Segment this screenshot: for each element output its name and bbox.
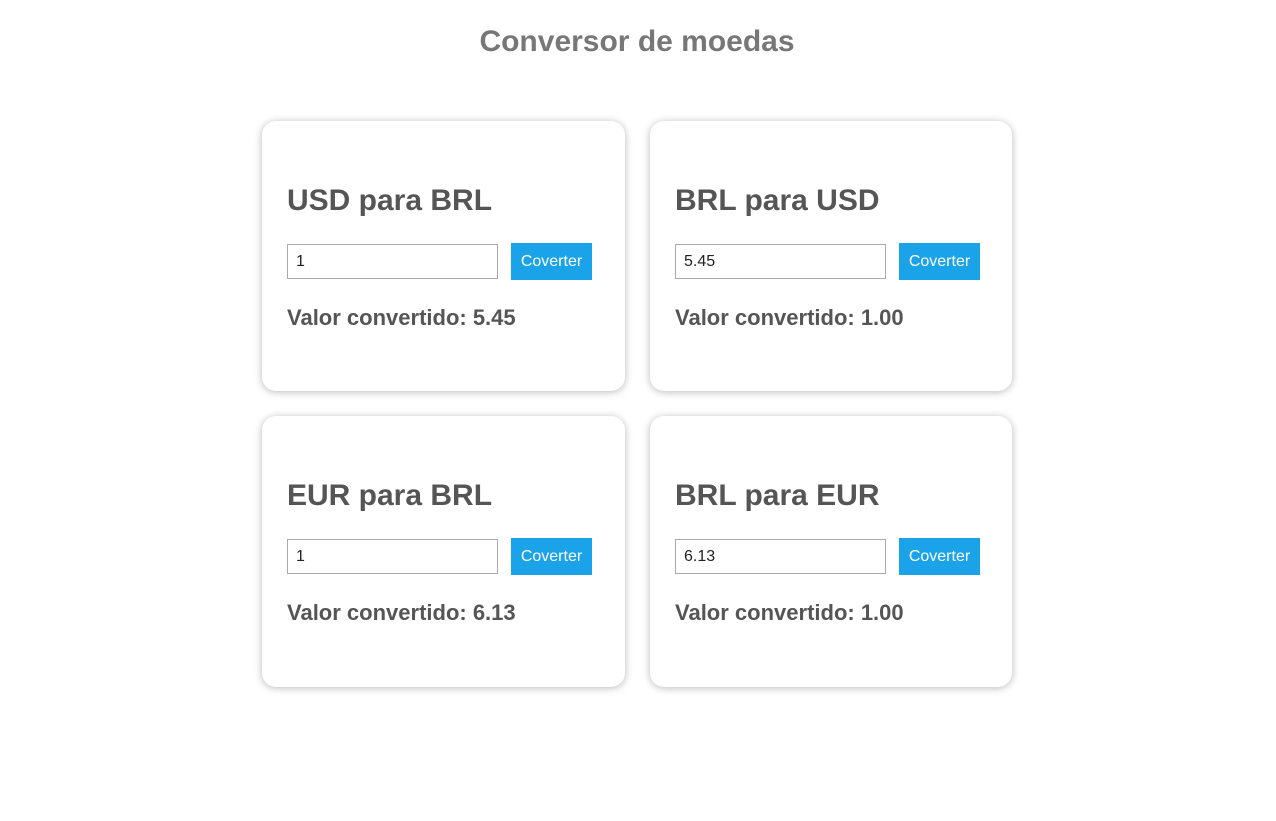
converter-card-usd-brl: USD para BRL Coverter Valor convertido: … [262,121,625,391]
converter-title: EUR para BRL [287,479,493,512]
amount-input[interactable] [287,539,498,574]
convert-button[interactable]: Coverter [899,538,980,575]
converter-title: BRL para EUR [675,479,880,512]
converted-value: Valor convertido: 5.45 [287,305,516,330]
converter-card-eur-brl: EUR para BRL Coverter Valor convertido: … [262,416,625,687]
converter-card-brl-eur: BRL para EUR Coverter Valor convertido: … [650,416,1012,687]
converted-value: Valor convertido: 1.00 [675,305,904,330]
converted-value: Valor convertido: 6.13 [287,600,516,625]
page-title: Conversor de moedas [479,25,795,58]
amount-input[interactable] [287,244,498,279]
converter-card-brl-usd: BRL para USD Coverter Valor convertido: … [650,121,1012,391]
converted-value: Valor convertido: 1.00 [675,600,904,625]
converter-title: USD para BRL [287,184,493,217]
convert-button[interactable]: Coverter [511,538,592,575]
amount-input[interactable] [675,539,886,574]
converter-grid: USD para BRL Coverter Valor convertido: … [262,121,1012,687]
converter-title: BRL para USD [675,184,880,217]
amount-input[interactable] [675,244,886,279]
convert-button[interactable]: Coverter [511,243,592,280]
convert-button[interactable]: Coverter [899,243,980,280]
